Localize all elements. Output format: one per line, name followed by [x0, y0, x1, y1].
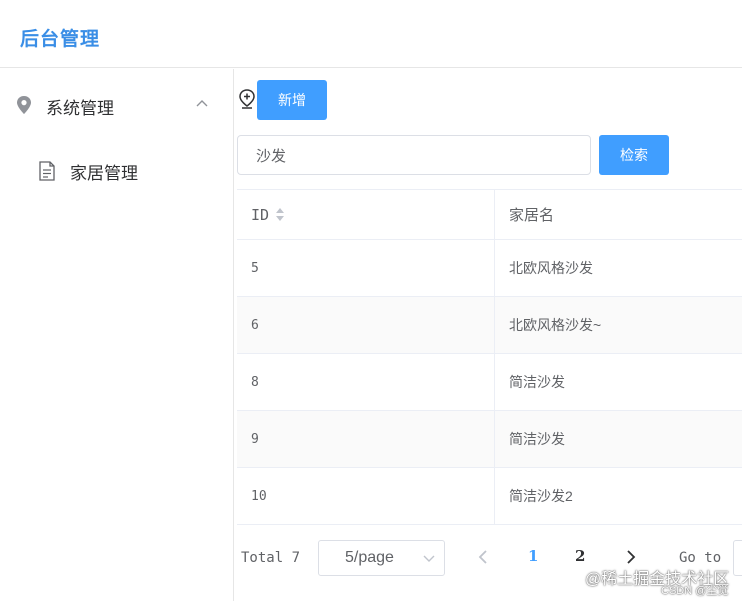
column-header-id-label: ID — [251, 205, 270, 224]
goto-label: Go to — [679, 550, 722, 566]
cell-id: 9 — [251, 431, 259, 447]
cell-id: 10 — [251, 488, 267, 504]
watermark-credit: CSDN @尘觉 — [661, 585, 729, 597]
column-header-name: 家居名 — [494, 190, 742, 239]
cell-id: 8 — [251, 374, 259, 390]
pagination-total: Total 7 — [241, 550, 301, 566]
cell-name: 北欧风格沙发~ — [494, 297, 742, 353]
column-header-id[interactable]: ID — [237, 190, 494, 239]
cell-id: 5 — [251, 260, 259, 276]
sort-icon[interactable] — [275, 207, 285, 223]
table-row[interactable]: 10 简洁沙发2 — [237, 468, 742, 525]
main-content: 新增 检索 ID 家居名 5 北欧风格沙发 6 北欧风格沙发~ 8 简洁沙发 — [235, 69, 742, 601]
table-row[interactable]: 9 简洁沙发 — [237, 411, 742, 468]
sidebar-group-label: 系统管理 — [46, 99, 114, 118]
search-input[interactable] — [237, 135, 591, 175]
sidebar: 系统管理 家居管理 — [0, 69, 234, 601]
add-button[interactable]: 新增 — [257, 80, 327, 120]
goto-page-input[interactable] — [733, 540, 742, 576]
cell-name: 简洁沙发 — [494, 411, 742, 467]
table-row[interactable]: 8 简洁沙发 — [237, 354, 742, 411]
page-size-select[interactable]: 5/page — [318, 540, 445, 576]
table-row[interactable]: 5 北欧风格沙发 — [237, 240, 742, 297]
furniture-table: ID 家居名 5 北欧风格沙发 6 北欧风格沙发~ 8 简洁沙发 9 简洁沙发 … — [237, 189, 742, 525]
location-pin-icon — [17, 96, 31, 114]
app-header: 后台管理 — [0, 0, 742, 68]
sidebar-item-label: 家居管理 — [70, 164, 138, 183]
cell-id: 6 — [251, 317, 259, 333]
table-header-row: ID 家居名 — [237, 189, 742, 240]
location-add-icon — [239, 89, 255, 109]
chevron-down-icon — [423, 555, 435, 562]
next-page-icon[interactable] — [625, 548, 637, 566]
page-number-2[interactable]: 2 — [575, 547, 585, 565]
search-button[interactable]: 检索 — [599, 135, 669, 175]
cell-name: 简洁沙发 — [494, 354, 742, 410]
document-icon — [39, 161, 55, 181]
app-title: 后台管理 — [20, 28, 101, 50]
sidebar-group-system[interactable]: 系统管理 — [0, 83, 233, 127]
sidebar-item-furniture[interactable]: 家居管理 — [0, 149, 233, 193]
cell-name: 北欧风格沙发 — [494, 240, 742, 296]
page-number-1[interactable]: 1 — [528, 547, 538, 565]
page-size-value: 5/page — [345, 549, 394, 566]
table-row[interactable]: 6 北欧风格沙发~ — [237, 297, 742, 354]
cell-name: 简洁沙发2 — [494, 468, 742, 524]
prev-page-icon[interactable] — [477, 548, 489, 566]
chevron-up-icon — [196, 100, 208, 107]
